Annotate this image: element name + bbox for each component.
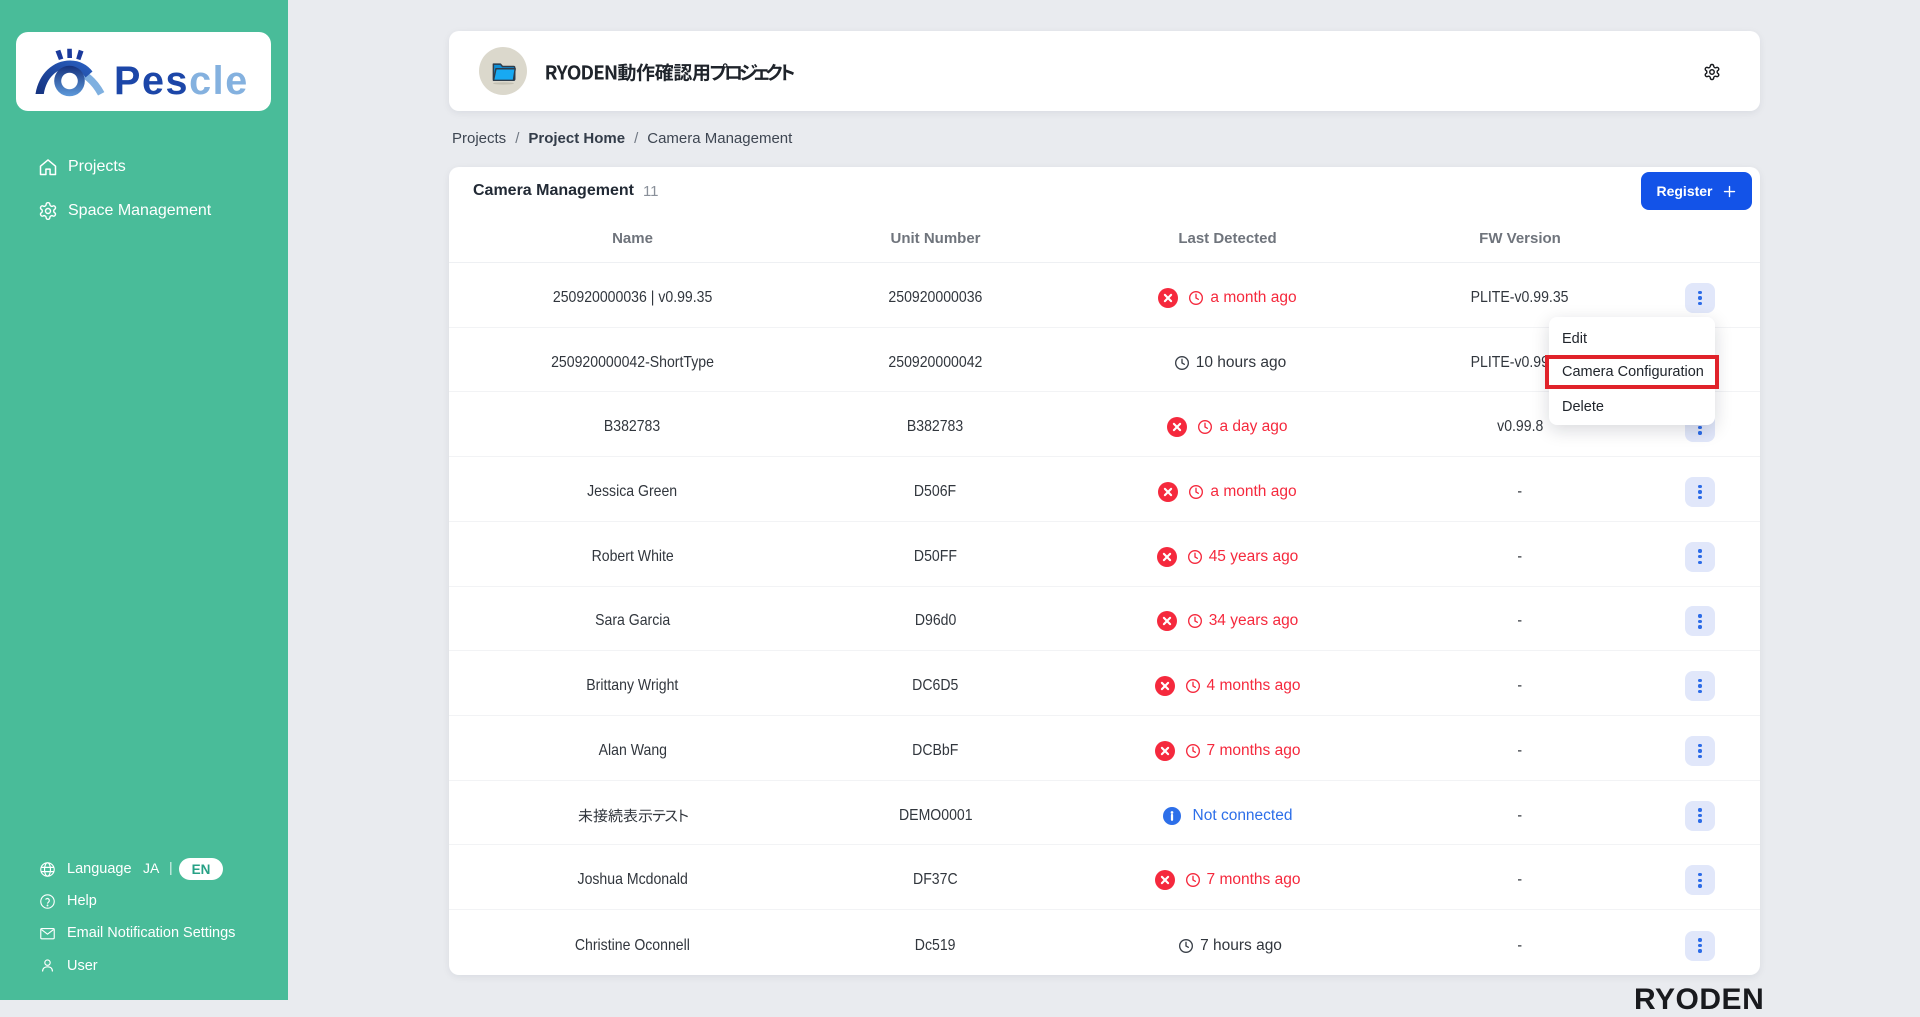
svg-text:Pescle: Pescle <box>114 59 249 103</box>
